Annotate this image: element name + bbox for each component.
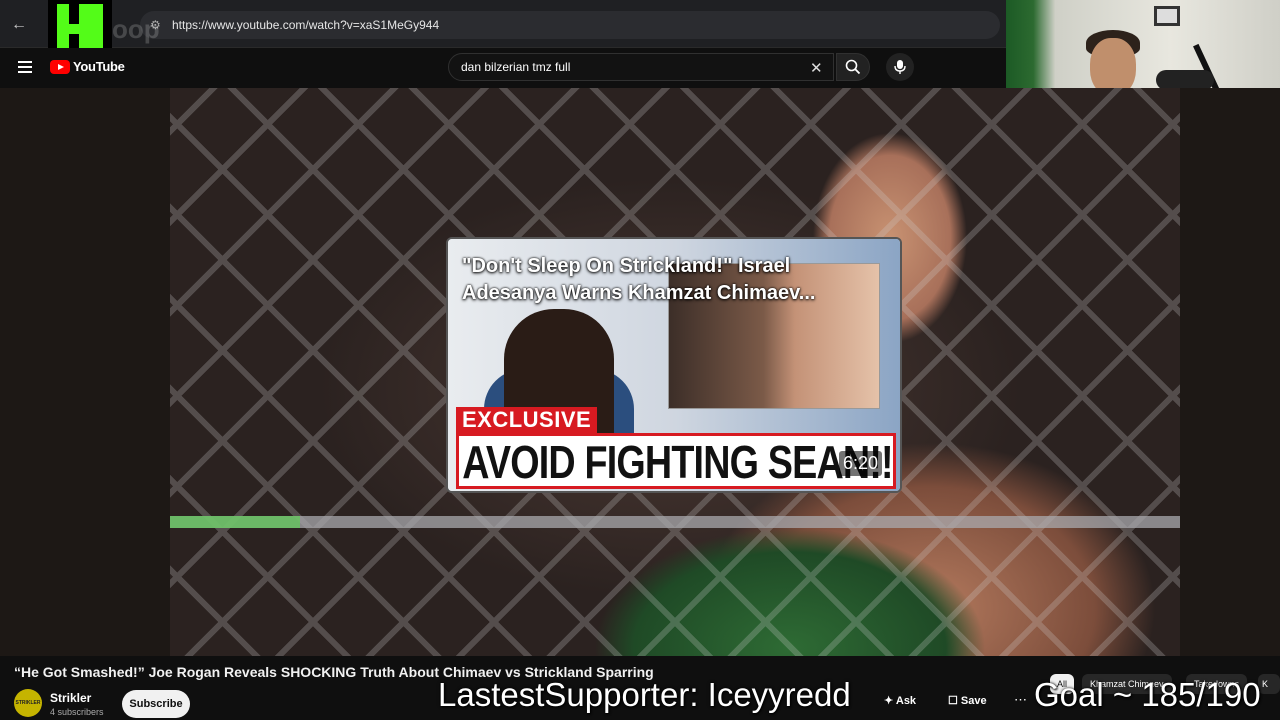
more-dots-icon: ⋯ xyxy=(1014,692,1027,707)
search-button[interactable] xyxy=(836,53,870,81)
card-exclusive-label: EXCLUSIVE xyxy=(456,407,598,433)
card-headline: AVOID FIGHTING SEAN!! xyxy=(462,436,893,488)
microphone-icon xyxy=(894,60,906,74)
channel-avatar[interactable]: STRIKLER xyxy=(14,689,42,717)
card-title: "Don't Sleep On Strickland!" Israel Ades… xyxy=(462,255,816,304)
stream-watermark: oop xyxy=(112,14,160,44)
back-button[interactable]: ← xyxy=(6,12,32,38)
bookmark-icon: ☐ xyxy=(948,695,961,707)
chip-overflow[interactable]: K xyxy=(1258,674,1280,694)
save-button[interactable]: ☐ Save xyxy=(948,694,987,707)
latest-supporter-overlay: LastestSupporter: Iceyyredd xyxy=(438,676,851,713)
search-box[interactable] xyxy=(448,53,834,81)
arrow-left-icon: ← xyxy=(11,16,27,33)
card-headline-banner: AVOID FIGHTING SEAN!! xyxy=(456,433,896,489)
suggested-video-card[interactable]: "Don't Sleep On Strickland!" Israel Ades… xyxy=(446,237,902,493)
youtube-logo-text: YouTube xyxy=(73,59,125,74)
goal-overlay: Goal ~ 185/190 xyxy=(1034,676,1261,713)
more-actions-button[interactable]: ⋯ xyxy=(1014,692,1027,708)
subscriber-count: 4 subscribers xyxy=(50,707,104,717)
save-label: Save xyxy=(960,695,987,707)
ask-button[interactable]: ✦ Ask xyxy=(884,694,916,707)
address-bar[interactable]: ⚙ https://www.youtube.com/watch?v=xaS1Me… xyxy=(140,11,1000,39)
url-text: https://www.youtube.com/watch?v=xaS1MeGy… xyxy=(172,18,440,32)
sparkle-icon: ✦ xyxy=(884,695,896,707)
subscribe-button[interactable]: Subscribe xyxy=(122,690,190,718)
channel-name[interactable]: Strikler xyxy=(50,691,91,705)
video-duration: 6:20 xyxy=(838,451,882,476)
voice-search-button[interactable] xyxy=(886,53,914,81)
search-icon xyxy=(845,59,861,75)
close-icon: ✕ xyxy=(810,60,823,77)
clear-search-button[interactable]: ✕ xyxy=(810,59,823,77)
ask-label: Ask xyxy=(895,695,917,707)
search-input[interactable] xyxy=(461,60,801,74)
youtube-logo[interactable]: YouTube xyxy=(50,59,125,74)
menu-button[interactable] xyxy=(14,56,36,78)
youtube-play-icon xyxy=(50,59,70,74)
